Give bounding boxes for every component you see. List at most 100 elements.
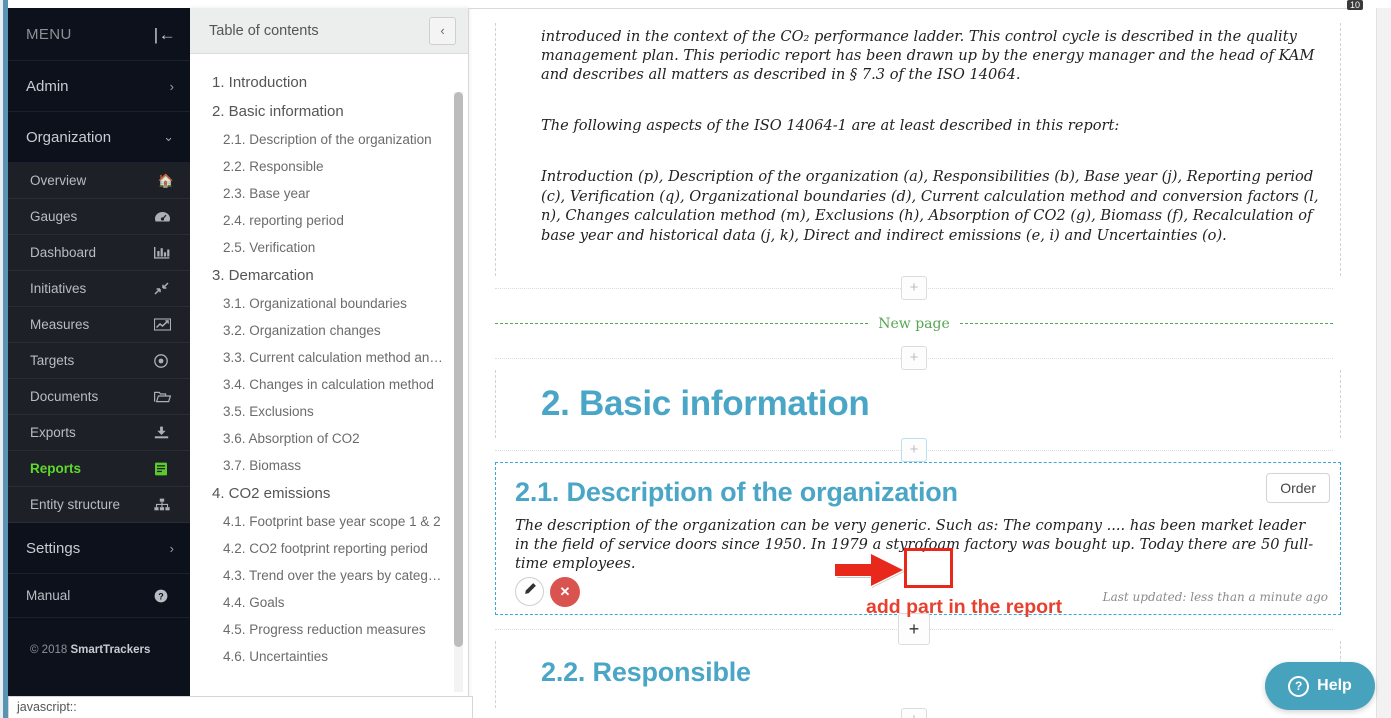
delete-part-button[interactable]: ✕ bbox=[550, 576, 580, 607]
intro-paragraph: introduced in the context of the CO₂ per… bbox=[541, 27, 1315, 84]
new-page-label: New page bbox=[868, 315, 960, 332]
add-part-row-highlighted: + bbox=[495, 612, 1333, 645]
toc-entry[interactable]: 4.5. Progress reduction measures bbox=[190, 616, 468, 643]
folder-icon bbox=[154, 391, 174, 403]
report-block-heading-2: 2. Basic information bbox=[495, 369, 1341, 438]
svg-text:?: ? bbox=[158, 591, 164, 601]
order-button[interactable]: Order bbox=[1266, 472, 1330, 503]
sidebar-item-admin[interactable]: Admin › bbox=[8, 61, 190, 112]
sidebar-item-gauges[interactable]: Gauges bbox=[8, 199, 190, 235]
toc-header: Table of contents ‹ bbox=[190, 8, 468, 54]
sidebar-item-label: Entity structure bbox=[30, 497, 121, 512]
notification-badge: 10 bbox=[1346, 0, 1363, 10]
section-heading-2: 2. Basic information bbox=[541, 383, 870, 423]
toc-entry[interactable]: 3. Demarcation bbox=[190, 261, 468, 290]
chevron-left-icon: ‹ bbox=[440, 23, 445, 38]
toc-body: 1. Introduction 2. Basic information 2.1… bbox=[190, 54, 468, 703]
toc-entry[interactable]: 4.3. Trend over the years by categ… bbox=[190, 562, 468, 589]
toc-title: Table of contents bbox=[209, 22, 319, 39]
toc-entry[interactable]: 3.1. Organizational boundaries bbox=[190, 290, 468, 317]
sidebar-item-organization[interactable]: Organization ⌄ bbox=[8, 112, 190, 163]
chevron-right-icon: › bbox=[169, 540, 174, 556]
add-part-row: + bbox=[495, 345, 1333, 370]
sidebar-item-overview[interactable]: Overview 🏠 bbox=[8, 163, 190, 199]
download-icon bbox=[154, 426, 174, 439]
help-button[interactable]: ? Help bbox=[1265, 662, 1375, 710]
report-part-2-1[interactable]: Order 2.1. Description of the organizati… bbox=[495, 461, 1341, 615]
gauge-icon bbox=[154, 211, 174, 223]
help-label: Help bbox=[1317, 677, 1352, 694]
section-heading-2-2: 2.2. Responsible bbox=[541, 656, 751, 687]
sidebar-item-targets[interactable]: Targets bbox=[8, 343, 190, 379]
chevron-down-icon: ⌄ bbox=[163, 129, 174, 144]
toc-entry[interactable]: 3.2. Organization changes bbox=[190, 317, 468, 344]
toc-entry[interactable]: 3.7. Biomass bbox=[190, 452, 468, 479]
toc-collapse-button[interactable]: ‹ bbox=[429, 16, 456, 45]
toc-entry[interactable]: 2.1. Description of the organization bbox=[190, 126, 468, 153]
browser-status-bar: javascript:: bbox=[8, 696, 473, 718]
toc-entry[interactable]: 4.1. Footprint base year scope 1 & 2 bbox=[190, 508, 468, 535]
pencil-icon bbox=[523, 582, 537, 601]
sidebar-submenu: Overview 🏠 Gauges Dashboard Initiatives bbox=[8, 163, 190, 523]
app-root: MENU |← Admin › Organization ⌄ Overview … bbox=[0, 0, 1391, 718]
browser-edge bbox=[0, 0, 8, 718]
collapse-left-icon[interactable]: |← bbox=[154, 26, 176, 43]
toc-scrollbar-thumb[interactable] bbox=[454, 92, 463, 647]
toc-entry[interactable]: 4. CO2 emissions bbox=[190, 479, 468, 508]
cross-icon: ✕ bbox=[559, 583, 571, 599]
sitemap-icon bbox=[154, 498, 174, 511]
add-part-row: + bbox=[495, 707, 1333, 718]
toc-entry[interactable]: 2.5. Verification bbox=[190, 234, 468, 261]
sidebar-item-label: Initiatives bbox=[30, 281, 87, 296]
sidebar-item-settings[interactable]: Settings › bbox=[8, 523, 190, 574]
add-part-button[interactable]: + bbox=[901, 707, 927, 718]
section-heading-2-1: 2.1. Description of the organization bbox=[515, 476, 958, 507]
sidebar-menu-label: MENU bbox=[26, 25, 72, 43]
table-of-contents-panel: Table of contents ‹ 1. Introduction 2. B… bbox=[190, 8, 469, 703]
toc-entry[interactable]: 4.6. Uncertainties bbox=[190, 643, 468, 670]
aspects-list-paragraph: Introduction (p), Description of the org… bbox=[541, 168, 1319, 244]
sidebar-item-entity-structure[interactable]: Entity structure bbox=[8, 487, 190, 523]
browser-edge-inner bbox=[0, 0, 3, 718]
last-updated-label: Last updated: less than a minute ago bbox=[1102, 589, 1328, 604]
sidebar-item-manual-label: Manual bbox=[26, 588, 71, 603]
sidebar-item-label: Gauges bbox=[30, 209, 78, 224]
sidebar-menu-header: MENU |← bbox=[8, 8, 190, 61]
sidebar-item-dashboard[interactable]: Dashboard bbox=[8, 235, 190, 271]
toc-entry[interactable]: 2.4. reporting period bbox=[190, 207, 468, 234]
toc-entry[interactable]: 3.5. Exclusions bbox=[190, 398, 468, 425]
main-scrollbar[interactable] bbox=[1376, 8, 1391, 718]
toc-entry[interactable]: 3.6. Absorption of CO2 bbox=[190, 425, 468, 452]
sidebar-item-label: Dashboard bbox=[30, 245, 97, 260]
sidebar-item-settings-label: Settings bbox=[26, 539, 81, 557]
sidebar-copyright: © 2018 SmartTrackers bbox=[8, 618, 190, 656]
toc-list: 1. Introduction 2. Basic information 2.1… bbox=[190, 68, 468, 670]
edit-part-button[interactable] bbox=[515, 577, 544, 607]
toc-entry[interactable]: 4.2. CO2 footprint reporting period bbox=[190, 535, 468, 562]
add-part-button[interactable]: + bbox=[901, 345, 927, 370]
toc-entry[interactable]: 1. Introduction bbox=[190, 68, 468, 97]
sidebar-item-exports[interactable]: Exports bbox=[8, 415, 190, 451]
sidebar-item-initiatives[interactable]: Initiatives bbox=[8, 271, 190, 307]
toc-entry[interactable]: 4.4. Goals bbox=[190, 589, 468, 616]
toc-entry[interactable]: 3.3. Current calculation method an… bbox=[190, 344, 468, 371]
sidebar-item-manual[interactable]: Manual ? bbox=[8, 574, 190, 618]
toc-entry[interactable]: 2.2. Responsible bbox=[190, 153, 468, 180]
arrows-in-icon bbox=[154, 282, 174, 295]
add-part-row: + bbox=[495, 437, 1333, 462]
toc-entry[interactable]: 2. Basic information bbox=[190, 97, 468, 126]
toc-entry[interactable]: 2.3. Base year bbox=[190, 180, 468, 207]
sidebar-item-admin-label: Admin bbox=[26, 77, 69, 95]
toc-entry[interactable]: 3.4. Changes in calculation method bbox=[190, 371, 468, 398]
add-part-button[interactable]: + bbox=[901, 275, 927, 300]
sidebar-item-reports[interactable]: Reports bbox=[8, 451, 190, 487]
add-part-button[interactable]: + bbox=[901, 437, 927, 462]
sidebar-item-measures[interactable]: Measures bbox=[8, 307, 190, 343]
new-page-separator: New page bbox=[495, 314, 1333, 334]
sidebar-item-documents[interactable]: Documents bbox=[8, 379, 190, 415]
report-block-heading-2-2: 2.2. Responsible bbox=[495, 640, 1341, 708]
sidebar: MENU |← Admin › Organization ⌄ Overview … bbox=[8, 8, 190, 710]
brand-name: SmartTrackers bbox=[70, 644, 151, 656]
question-circle-icon: ? bbox=[1288, 675, 1310, 697]
aspects-lead-paragraph: The following aspects of the ISO 14064-1… bbox=[541, 117, 1120, 135]
